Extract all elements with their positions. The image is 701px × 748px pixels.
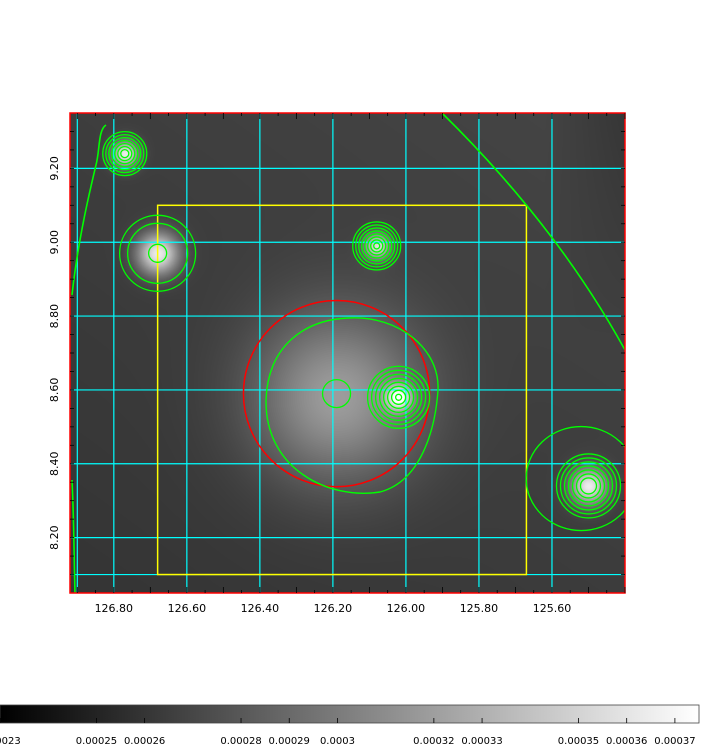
colorbar-tick-label: 0.00025 — [76, 736, 117, 747]
y-tick-label: 8.40 — [48, 452, 61, 477]
colorbar-tick-label: 0.0003 — [320, 736, 355, 747]
y-tick-label: 9.20 — [48, 156, 61, 181]
colorbar-gradient — [0, 704, 700, 724]
x-tick-labels: 126.80 126.60 126.40 126.20 126.00 125.80 125.… — [95, 602, 572, 615]
colorbar: 0.00023 0.00025 0.00026 0.00028 0.00029 0.000… — [0, 704, 700, 747]
colorbar-tick-label: 0.00036 — [606, 736, 647, 747]
x-tick-label: 125.60 — [533, 602, 572, 615]
colorbar-tick-label: 0.00028 — [220, 736, 261, 747]
intensity-canvas — [70, 113, 625, 593]
x-tick-label: 126.00 — [387, 602, 426, 615]
colorbar-tick-label: 0.00037 — [654, 736, 695, 747]
colorbar-tick-label: 0.00026 — [124, 736, 165, 747]
y-tick-label: 8.60 — [48, 378, 61, 403]
y-tick-label: 8.80 — [48, 304, 61, 329]
colorbar-tick-label: 0.00033 — [461, 736, 502, 747]
colorbar-tick-label: 0.00023 — [0, 736, 21, 747]
y-tick-label: 9.00 — [48, 230, 61, 255]
colorbar-tick-label: 0.00029 — [269, 736, 310, 747]
colorbar-tick-label: 0.00035 — [558, 736, 599, 747]
x-tick-label: 126.40 — [241, 602, 280, 615]
figure: 126.80 126.60 126.40 126.20 126.00 125.80 125.… — [0, 112, 700, 747]
x-tick-label: 126.80 — [95, 602, 134, 615]
x-tick-label: 126.20 — [314, 602, 353, 615]
y-tick-label: 8.20 — [48, 525, 61, 550]
x-tick-label: 125.80 — [460, 602, 499, 615]
x-tick-label: 126.60 — [168, 602, 207, 615]
y-tick-labels: 8.20 8.40 8.60 8.80 9.00 9.20 — [48, 156, 61, 550]
colorbar-tick-label: 0.00032 — [413, 736, 454, 747]
heatmap-image — [70, 113, 625, 593]
